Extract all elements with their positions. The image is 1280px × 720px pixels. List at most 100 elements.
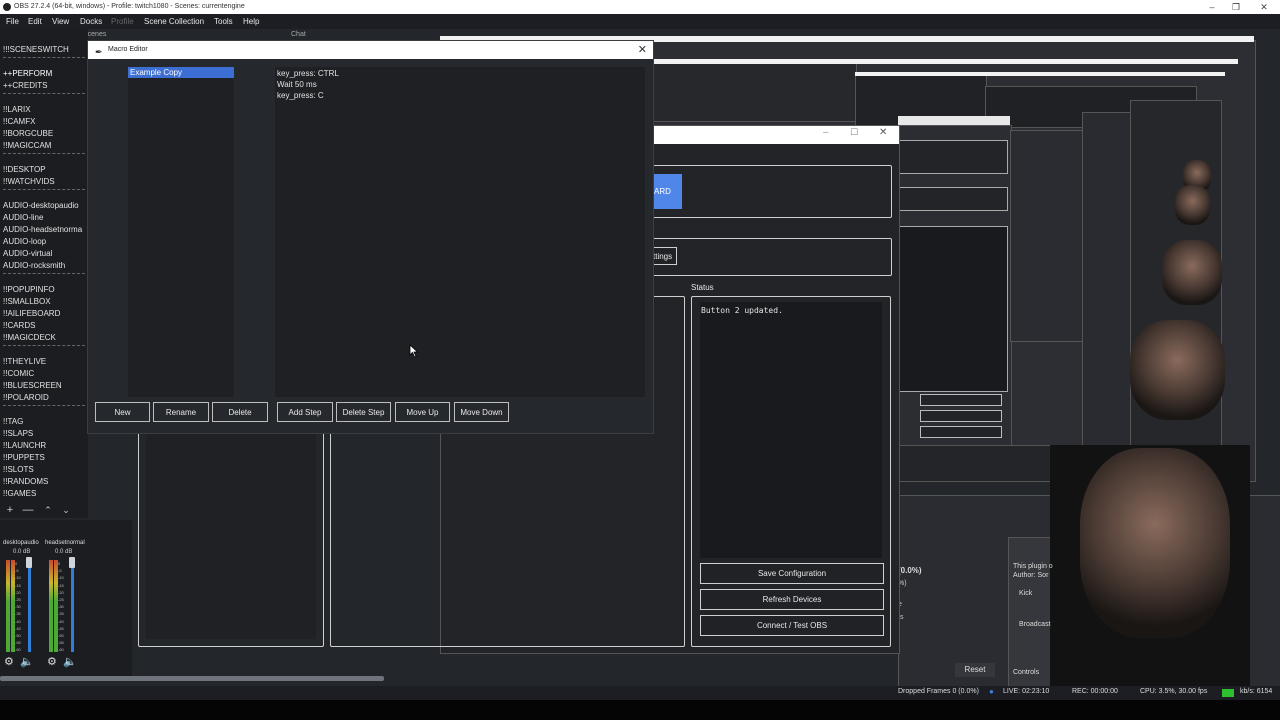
maximize-icon[interactable]: ❐: [1224, 0, 1248, 14]
live-indicator-icon: ●: [989, 687, 994, 696]
rename-macro-button[interactable]: Rename: [153, 402, 209, 422]
add-scene-icon[interactable]: +: [3, 502, 17, 518]
scene-item[interactable]: !!TAG: [3, 417, 23, 426]
preview-echo-bar: [855, 72, 1225, 76]
scene-item[interactable]: !!AILIFEBOARD: [3, 309, 60, 318]
scene-item[interactable]: !!POPUPINFO: [3, 285, 55, 294]
macro-step[interactable]: key_press: CTRL: [277, 69, 339, 78]
broadcast-label: Broadcast: [1019, 621, 1051, 628]
macro-step[interactable]: Wait 50 ms: [277, 80, 317, 89]
gear-icon[interactable]: ⚙: [4, 655, 14, 668]
new-macro-button[interactable]: New: [95, 402, 150, 422]
scene-item[interactable]: !!POLAROID: [3, 393, 49, 402]
scene-item[interactable]: !!RANDOMS: [3, 477, 48, 486]
menu-profile[interactable]: Profile: [111, 14, 134, 29]
scene-item[interactable]: !!PUPPETS: [3, 453, 45, 462]
scene-item[interactable]: !!DESKTOP: [3, 165, 46, 174]
obs-title-bar: OBS 27.2.4 (64-bit, windows) - Profile: …: [0, 0, 1280, 14]
scene-item[interactable]: !!LAUNCHR: [3, 441, 46, 450]
scene-item[interactable]: !!SLAPS: [3, 429, 33, 438]
meter-scale-tick: -15: [58, 582, 64, 588]
menu-file[interactable]: File: [6, 14, 19, 29]
meter-scale-tick: 0: [58, 561, 61, 566]
scene-item[interactable]: !!CARDS: [3, 321, 35, 330]
menu-help[interactable]: Help: [243, 14, 259, 29]
meter-scale-tick: -60: [58, 647, 64, 653]
scene-item[interactable]: !!SMALLBOX: [3, 297, 51, 306]
status-label: Status: [691, 283, 714, 292]
dropped-frames: Dropped Frames 0 (0.0%): [898, 688, 979, 695]
meter-scale-tick: -45: [58, 625, 64, 631]
maximize-icon[interactable]: ☐: [850, 127, 858, 138]
scene-item[interactable]: !!CAMFX: [3, 117, 35, 126]
board-button[interactable]: ARD: [650, 174, 682, 209]
cursor-arrow-icon: [409, 344, 419, 358]
scene-item[interactable]: !!MAGICCAM: [3, 141, 51, 150]
close-icon[interactable]: ✕: [638, 41, 647, 59]
menu-scene-collection[interactable]: Scene Collection: [144, 14, 204, 29]
webcam-face: [1080, 448, 1230, 638]
scene-item[interactable]: !!BORGCUBE: [3, 129, 53, 138]
scene-item[interactable]: ++CREDITS: [3, 81, 47, 90]
preview-echo: [898, 140, 1008, 174]
speaker-icon[interactable]: 🔈: [63, 655, 77, 668]
connect-test-obs-button[interactable]: Connect / Test OBS: [700, 615, 884, 636]
volume-fader-handle[interactable]: [69, 557, 75, 568]
plugin-info-fragment: This plugin o: [1013, 563, 1053, 570]
chat-dock-title: Chat: [291, 31, 306, 38]
volume-fader-handle[interactable]: [26, 557, 32, 568]
remove-scene-icon[interactable]: —: [21, 502, 35, 518]
mixer-channel-name: headsetnormal: [45, 540, 85, 546]
horizontal-scrollbar[interactable]: [0, 676, 384, 681]
scene-item[interactable]: !!WATCHVIDS: [3, 177, 55, 186]
scene-separator: [3, 273, 85, 274]
refresh-devices-button[interactable]: Refresh Devices: [700, 589, 884, 610]
close-icon[interactable]: ✕: [879, 127, 887, 138]
macro-list-item[interactable]: Example Copy: [128, 67, 234, 78]
reset-button[interactable]: Reset: [955, 663, 995, 677]
delete-step-button[interactable]: Delete Step: [336, 402, 391, 422]
volume-fader[interactable]: [28, 560, 31, 652]
menu-docks[interactable]: Docks: [80, 14, 102, 29]
preview-echo-bar: [898, 116, 1010, 125]
speaker-icon[interactable]: 🔈: [20, 655, 34, 668]
scene-item[interactable]: ++PERFORM: [3, 69, 52, 78]
gear-icon[interactable]: ⚙: [47, 655, 57, 668]
scene-item[interactable]: !!!SCENESWITCH: [3, 45, 69, 54]
scene-item[interactable]: AUDIO-headsetnorma: [3, 225, 82, 234]
scene-item[interactable]: AUDIO-virtual: [3, 249, 52, 258]
delete-macro-button[interactable]: Delete: [212, 402, 268, 422]
scene-item[interactable]: !!COMIC: [3, 369, 34, 378]
move-up-icon[interactable]: ⌃: [41, 502, 55, 518]
obs-logo-icon: [3, 3, 11, 11]
scene-item[interactable]: !!SLOTS: [3, 465, 34, 474]
scene-item[interactable]: AUDIO-rocksmith: [3, 261, 65, 270]
scene-item[interactable]: !!BLUESCREEN: [3, 381, 62, 390]
settings-button[interactable]: ttings: [650, 247, 677, 265]
close-icon[interactable]: ✕: [1252, 0, 1276, 14]
move-down-icon[interactable]: ⌄: [59, 502, 73, 518]
add-step-button[interactable]: Add Step: [277, 402, 333, 422]
menu-bar: File Edit View Docks Profile Scene Colle…: [0, 14, 1280, 29]
scene-separator: [3, 189, 85, 190]
menu-tools[interactable]: Tools: [214, 14, 233, 29]
volume-fader[interactable]: [71, 560, 74, 652]
scene-item[interactable]: !!THEYLIVE: [3, 357, 46, 366]
move-down-button[interactable]: Move Down: [454, 402, 509, 422]
scene-item[interactable]: !!GAMES: [3, 489, 36, 498]
minimize-icon[interactable]: –: [823, 127, 829, 138]
meter-scale-tick: -15: [15, 582, 21, 588]
menu-edit[interactable]: Edit: [28, 14, 42, 29]
move-up-button[interactable]: Move Up: [395, 402, 450, 422]
mixer-channel-db: 0.0 dB: [13, 549, 31, 555]
save-configuration-button[interactable]: Save Configuration: [700, 563, 884, 584]
scene-item[interactable]: !!MAGICDECK: [3, 333, 56, 342]
scene-item[interactable]: !!LARIX: [3, 105, 31, 114]
scenes-dock: !!!SCENESWITCH ++PERFORM ++CREDITS !!LAR…: [0, 29, 88, 507]
scene-item[interactable]: AUDIO-loop: [3, 237, 46, 246]
scene-item[interactable]: AUDIO-line: [3, 213, 43, 222]
menu-view[interactable]: View: [52, 14, 69, 29]
scene-item[interactable]: AUDIO-desktopaudio: [3, 201, 79, 210]
macro-step[interactable]: key_press: C: [277, 91, 324, 100]
minimize-icon[interactable]: –: [1200, 0, 1224, 14]
